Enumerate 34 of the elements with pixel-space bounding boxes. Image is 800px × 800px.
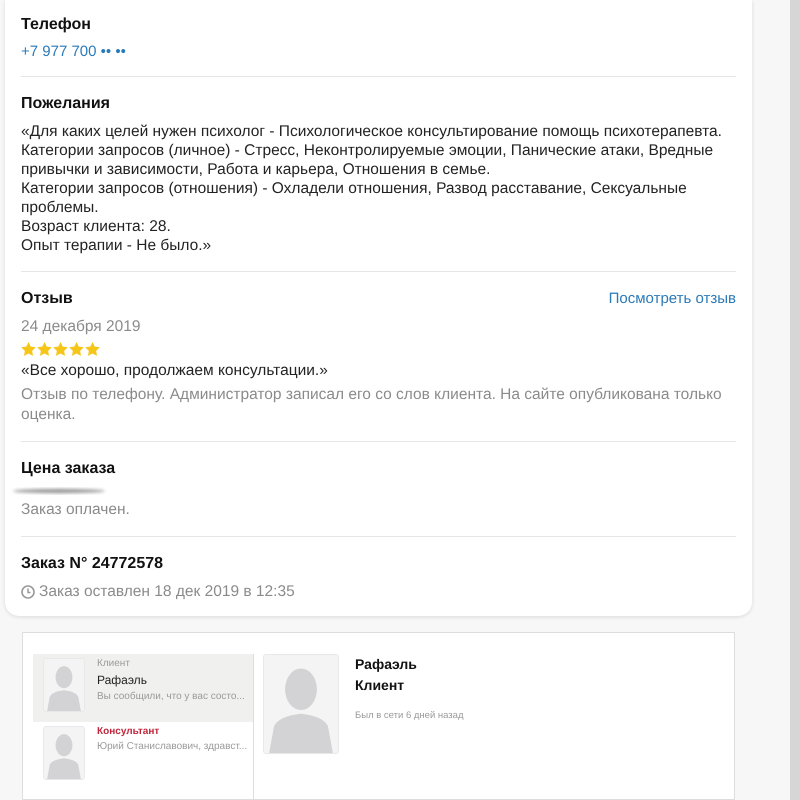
profile-name: Рафаэль	[355, 655, 418, 674]
scrollbar[interactable]	[790, 0, 800, 800]
order-number: Заказ N° 24772578	[21, 555, 164, 573]
wish-text: Опыт терапии - Не было.»	[21, 236, 212, 255]
order-created-text: Заказ оставлен 18 дек 2019 в 12:35	[39, 582, 295, 602]
phone-link[interactable]: +7 977 700 •• ••	[21, 43, 736, 60]
wish-text: Категории запросов (личное) - Стресс, Неконтролируемые эмоции, Панические атаки, Вредные привычки и зависимости, Работа и карьера, Отношения в семье.	[21, 141, 714, 179]
section-title: Цена заказа	[21, 460, 116, 478]
profile-role: Клиент	[355, 676, 406, 695]
chat-role: Клиент	[97, 658, 131, 669]
wish-text: «Для каких целей нужен психолог - Психологическое консультирование помощь психотерапевта.	[21, 122, 723, 141]
chat-item[interactable]: Клиент Рафаэль Вы сообщили, что у вас состо...	[33, 654, 253, 722]
review-date: 24 декабря 2019	[21, 317, 142, 337]
chat-preview: Вы сообщили, что у вас состо...	[97, 691, 243, 702]
star-icon	[85, 342, 100, 356]
star-icon	[53, 342, 68, 356]
clock-icon	[21, 585, 35, 599]
section-title: Телефон	[21, 16, 92, 34]
payment-status: Заказ оплачен.	[21, 500, 131, 520]
chat-role: Консультант	[97, 726, 160, 737]
chat-name: Рафаэль	[97, 673, 148, 687]
section-title: Отзыв	[21, 290, 73, 308]
wish-text: Категории запросов (отношения) - Охладели отношения, Развод расставание, Сексуальные проблемы.	[21, 179, 688, 217]
review-quote: «Все хорошо, продолжаем консультации.»	[21, 361, 329, 380]
avatar-silhouette	[43, 658, 85, 712]
view-review-link[interactable]: Посмотреть отзыв	[608, 290, 736, 307]
star-icon	[69, 342, 84, 356]
star-icon	[21, 342, 36, 356]
profile-status: Был в сети 6 дней назад	[355, 710, 464, 721]
avatar-silhouette	[43, 726, 85, 780]
wish-text: Возраст клиента: 28.	[21, 217, 172, 236]
review-note: Отзыв по телефону. Администратор записал его со слов клиента. На сайте опубликована только оценка.	[21, 385, 723, 425]
star-icon	[37, 342, 52, 356]
section-title: Пожелания	[21, 95, 111, 113]
